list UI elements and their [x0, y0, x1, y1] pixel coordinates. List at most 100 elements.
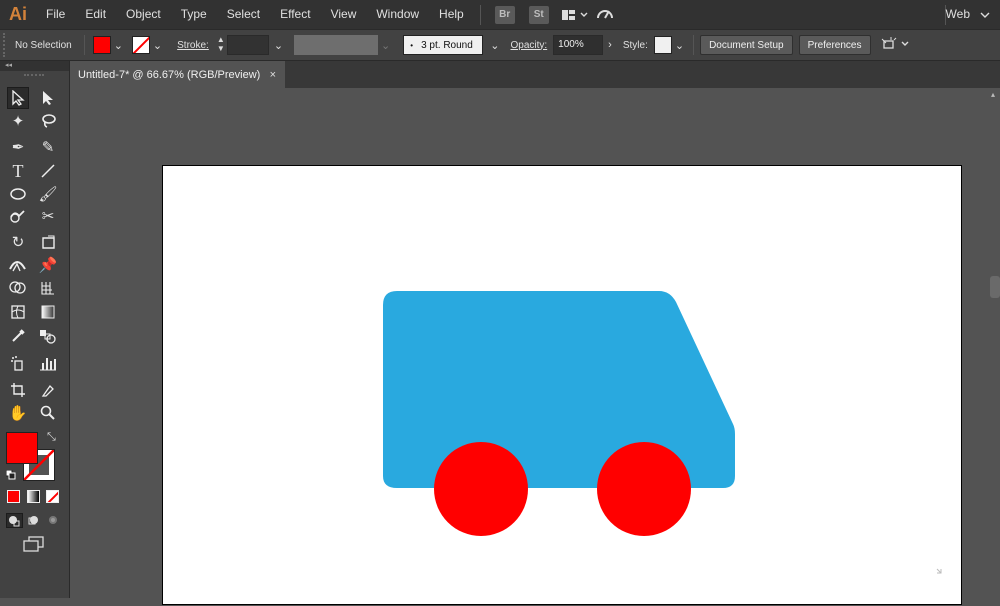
stroke-swatch[interactable]	[131, 36, 150, 54]
free-transform-icon[interactable]	[37, 231, 59, 253]
mesh-icon[interactable]	[7, 301, 29, 323]
fill-swatch[interactable]	[92, 36, 111, 54]
gpu-performance-icon[interactable]	[595, 4, 615, 25]
slice-icon[interactable]	[37, 379, 59, 401]
menu-view[interactable]: View	[321, 0, 367, 29]
menu-select[interactable]: Select	[217, 0, 270, 29]
workspace-chevron-icon[interactable]	[980, 9, 990, 23]
opacity-arrow-icon[interactable]: ›	[605, 39, 615, 51]
graphic-style-swatch[interactable]	[653, 36, 672, 54]
menu-edit[interactable]: Edit	[75, 0, 116, 29]
puppet-warp-icon[interactable]: 📌	[37, 254, 59, 276]
menu-effect[interactable]: Effect	[270, 0, 320, 29]
brush-label: 3 pt. Round	[421, 39, 473, 51]
opacity-value: 100%	[558, 39, 584, 50]
artwork	[383, 291, 942, 574]
stroke-weight-chevron-icon[interactable]: ⌄	[271, 39, 286, 52]
document-setup-button[interactable]: Document Setup	[700, 35, 793, 55]
blend-icon[interactable]	[37, 325, 59, 347]
symbol-sprayer-icon[interactable]	[7, 352, 29, 374]
stock-button[interactable]: St	[528, 5, 549, 24]
bridge-button[interactable]: Br	[494, 5, 515, 24]
document-tab-title: Untitled-7* @ 66.67% (RGB/Preview)	[78, 68, 261, 81]
paintbrush-icon[interactable]: 🖌	[37, 183, 59, 205]
menu-divider	[479, 4, 481, 25]
draw-inside-icon[interactable]	[46, 514, 61, 530]
document-tab[interactable]: Untitled-7* @ 66.67% (RGB/Preview) ×	[70, 61, 285, 88]
align-options-icon[interactable]	[881, 36, 911, 55]
none-mode-button[interactable]	[46, 490, 59, 503]
variable-width-profile[interactable]	[294, 35, 379, 55]
control-divider	[83, 35, 85, 55]
direct-selection-icon[interactable]	[37, 87, 59, 109]
canvas-area[interactable]	[70, 88, 1000, 605]
stroke-stepper[interactable]: ▲ ▼	[215, 35, 227, 55]
swap-fill-stroke-icon[interactable]: ⤡	[47, 431, 56, 444]
preferences-button[interactable]: Preferences	[798, 35, 871, 55]
front-wheel[interactable]	[597, 442, 691, 536]
truck-body[interactable]	[383, 291, 735, 488]
stroke-chevron-icon[interactable]: ⌄	[150, 39, 165, 52]
shape-builder-icon[interactable]	[7, 277, 29, 299]
arrange-documents-icon[interactable]	[561, 8, 589, 22]
opacity-label[interactable]: Opacity:	[502, 40, 553, 51]
vertical-scrollbar[interactable]: ▴	[990, 88, 1000, 598]
menu-file[interactable]: File	[36, 0, 75, 29]
brush-dot-icon: •	[410, 40, 414, 50]
menu-window[interactable]: Window	[366, 0, 429, 29]
width-icon[interactable]	[7, 254, 29, 276]
eyedropper-icon[interactable]	[7, 325, 29, 347]
ellipse-icon[interactable]	[7, 183, 29, 205]
document-tabs: Untitled-7* @ 66.67% (RGB/Preview) ×	[70, 61, 1000, 88]
screen-mode-icon[interactable]	[23, 536, 45, 555]
hand-icon[interactable]: ✋	[7, 402, 29, 424]
artboard-corner-mark	[936, 568, 942, 574]
control-divider-2	[693, 35, 695, 55]
workspace-switcher[interactable]: Web	[946, 0, 970, 29]
rotate-icon[interactable]: ↻	[7, 231, 29, 253]
menu-object[interactable]: Object	[116, 0, 171, 29]
fill-color-box[interactable]	[6, 432, 38, 464]
color-mode-button[interactable]	[7, 490, 20, 503]
rear-wheel[interactable]	[434, 442, 528, 536]
style-label: Style:	[622, 39, 648, 51]
style-chevron-icon[interactable]: ⌄	[672, 39, 687, 52]
control-bar: No Selection ⌄ ⌄ Stroke: ▲ ▼ ⌄ ⌄ • 3 pt. …	[0, 29, 1000, 61]
menu-help[interactable]: Help	[429, 0, 474, 29]
artboard[interactable]	[162, 165, 962, 605]
curvature-icon[interactable]: ✎	[37, 136, 59, 158]
lasso-icon[interactable]	[37, 110, 59, 132]
stroke-weight-input[interactable]	[226, 35, 269, 55]
collapse-panel-icon[interactable]: ◂◂	[0, 61, 69, 71]
artboard-icon[interactable]	[7, 379, 29, 401]
panel-grip[interactable]	[24, 74, 44, 78]
selection-icon[interactable]	[7, 87, 29, 109]
menu-type[interactable]: Type	[171, 0, 217, 29]
menu-bar: Ai File Edit Object Type Select Effect V…	[0, 0, 1000, 29]
tools-panel: ◂◂ ✦ ✒ ✎ T 🖌 ✂ ↻ 📌 ✋ ⤡	[0, 61, 70, 598]
draw-behind-icon[interactable]	[27, 514, 42, 530]
opacity-input[interactable]: 100%	[553, 35, 604, 55]
line-icon[interactable]	[37, 160, 59, 182]
gradient-icon[interactable]	[37, 301, 59, 323]
shaper-icon[interactable]	[7, 205, 29, 227]
brush-definition[interactable]: • 3 pt. Round	[403, 35, 484, 55]
magic-wand-icon[interactable]: ✦	[7, 110, 29, 132]
scroll-up-icon[interactable]: ▴	[991, 90, 995, 99]
column-graph-icon[interactable]	[37, 352, 59, 374]
brush-chevron-icon[interactable]: ⌄	[487, 39, 502, 52]
perspective-icon[interactable]	[37, 277, 59, 299]
scrollbar-thumb[interactable]	[990, 276, 1000, 298]
default-fill-stroke-icon[interactable]	[5, 469, 16, 483]
type-icon[interactable]: T	[7, 160, 29, 182]
scissors-icon[interactable]: ✂	[37, 205, 59, 227]
close-tab-icon[interactable]: ×	[270, 69, 276, 81]
stroke-label[interactable]: Stroke:	[171, 40, 215, 51]
draw-normal-icon[interactable]	[6, 513, 23, 528]
gradient-mode-button[interactable]	[27, 490, 40, 503]
fill-chevron-icon[interactable]: ⌄	[111, 39, 126, 52]
profile-chevron-icon[interactable]: ⌄	[378, 39, 393, 52]
pen-icon[interactable]: ✒	[7, 136, 29, 158]
app-logo: Ai	[9, 4, 27, 24]
zoom-icon[interactable]	[37, 402, 59, 424]
